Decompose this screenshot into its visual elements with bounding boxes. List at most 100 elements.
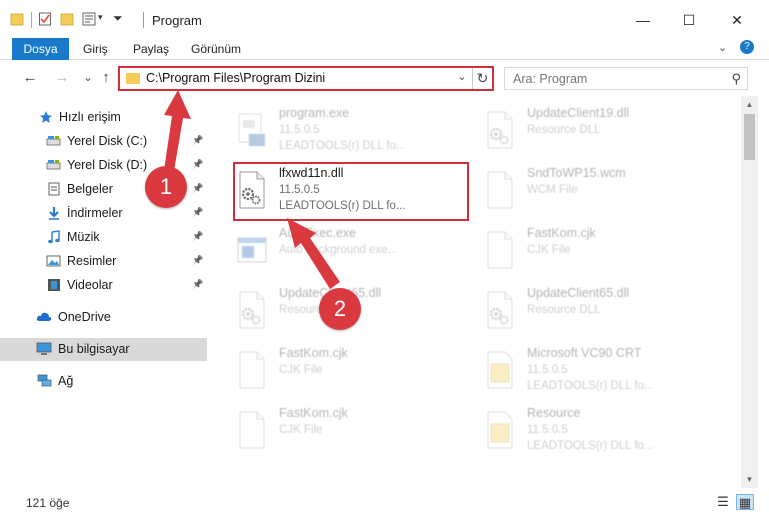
pin-icon[interactable]: 📌 <box>192 231 203 242</box>
pictures-icon <box>46 254 61 268</box>
address-bar[interactable]: C:\Program Files\Program Dizini ⌄ ↻ <box>118 66 494 91</box>
pin-icon[interactable]: 📌 <box>192 207 203 218</box>
documents-icon <box>46 182 61 196</box>
drive-icon <box>46 158 61 172</box>
minimize-button[interactable]: — <box>620 6 666 34</box>
sidebar-item[interactable]: Resimler 📌 <box>0 250 207 273</box>
file-item[interactable]: Microsoft VC90 CRT 11.5.0.5 LEADTOOLS(r) D… <box>461 340 701 400</box>
chevron-down-icon[interactable]: ⌄ <box>718 41 727 54</box>
folder-icon[interactable] <box>10 12 24 26</box>
file-icon <box>485 170 515 210</box>
exe-icon <box>237 110 267 150</box>
file-name: lfxwd11n.dll <box>279 166 344 180</box>
maximize-button[interactable]: ☐ <box>666 6 712 34</box>
sidebar-item[interactable]: Yerel Disk (D:) 📌 <box>0 154 207 177</box>
sidebar-item-label: Ağ <box>58 374 74 388</box>
file-icon <box>485 230 515 270</box>
sidebar-item[interactable]: Hızlı erişim <box>0 106 207 129</box>
file-icon <box>237 410 267 450</box>
search-icon[interactable]: ⚲ <box>731 71 741 87</box>
file-item[interactable]: UpdateClient19.dll Resource DLL <box>461 100 701 160</box>
folder-icon <box>126 73 140 84</box>
pin-icon[interactable]: 📌 <box>192 183 203 194</box>
sidebar-item-label: Resimler <box>67 254 117 268</box>
file-item[interactable]: FastKom.cjk CJK File <box>461 220 701 280</box>
tab-share[interactable]: Paylaş <box>122 38 180 60</box>
vertical-scrollbar[interactable]: ▲ ▼ <box>741 96 758 488</box>
sidebar-item[interactable]: Ağ <box>0 370 207 393</box>
pin-icon[interactable]: 📌 <box>192 135 203 146</box>
app-window-icon <box>237 230 267 270</box>
file-name: AutoExec.exe <box>279 226 357 240</box>
file-item[interactable]: SndToWP15.wcm WCM File <box>461 160 701 220</box>
file-item[interactable]: AutoExec.exe Auto background exe... <box>213 220 453 280</box>
file-version: 11.5.0.5 <box>527 424 568 436</box>
sidebar-item[interactable]: Videolar 📌 <box>0 274 207 297</box>
scroll-thumb[interactable] <box>744 114 755 160</box>
file-item[interactable]: program.exe 11.5.0.5 LEADTOOLS(r) DLL fo..… <box>213 100 453 160</box>
details-view-icon[interactable]: ☰ <box>714 494 732 510</box>
file-item[interactable]: lfxwd11n.dll 11.5.0.5 LEADTOOLS(r) DLL fo.… <box>213 160 453 220</box>
sidebar-item-label: Yerel Disk (D:) <box>67 158 148 172</box>
qat-divider <box>31 12 32 28</box>
dll-icon <box>485 290 515 330</box>
address-dropdown-icon[interactable]: ⌄ <box>454 70 470 83</box>
sidebar-item[interactable]: Bu bilgisayar <box>0 338 207 361</box>
customize-qat-icon[interactable]: ⏷ <box>113 11 123 26</box>
forward-button[interactable]: → <box>52 69 72 87</box>
large-icons-view-icon[interactable]: ▦ <box>736 494 754 510</box>
file-item[interactable]: FastKom.cjk CJK File <box>213 400 453 460</box>
sidebar-item[interactable]: Müzik 📌 <box>0 226 207 249</box>
folder-file-icon <box>485 350 515 390</box>
network-icon <box>36 374 52 388</box>
pin-icon[interactable]: 📌 <box>192 279 203 290</box>
up-button[interactable]: ↑ <box>96 69 116 87</box>
dll-icon <box>237 170 267 210</box>
file-item[interactable]: UpdateClient65.dll Resource DLL <box>213 280 453 340</box>
properties-icon[interactable] <box>38 12 52 26</box>
music-icon <box>46 230 61 244</box>
file-version: CJK File <box>527 244 571 256</box>
refresh-button[interactable]: ↻ <box>472 68 492 89</box>
search-box[interactable]: ⚲ <box>504 67 748 90</box>
file-version: 11.5.0.5 <box>527 364 568 376</box>
qat-dropdown-icon[interactable]: ▾ <box>98 12 103 23</box>
pin-icon[interactable]: 📌 <box>192 159 203 170</box>
sidebar-item-label: OneDrive <box>58 310 111 324</box>
sidebar-item[interactable]: OneDrive <box>0 306 207 329</box>
help-icon[interactable]: ? <box>740 40 754 54</box>
file-name: Resource <box>527 406 581 420</box>
file-name: program.exe <box>279 106 350 120</box>
drive-icon <box>46 134 61 148</box>
sidebar-item[interactable]: İndirmeler 📌 <box>0 202 207 225</box>
sidebar-item-label: İndirmeler <box>67 206 123 220</box>
tab-home[interactable]: Giriş <box>72 38 119 60</box>
scroll-up-button[interactable]: ▲ <box>741 96 758 113</box>
sidebar-item[interactable]: Belgeler 📌 <box>0 178 207 201</box>
scroll-down-button[interactable]: ▼ <box>741 471 758 488</box>
file-version: WCM File <box>527 184 578 196</box>
search-input[interactable] <box>505 68 705 89</box>
sidebar-item-label: Videolar <box>67 278 113 292</box>
file-item[interactable]: Resource 11.5.0.5 LEADTOOLS(r) DLL fo... <box>461 400 701 460</box>
tab-view[interactable]: Görünüm <box>180 38 252 60</box>
navigation-pane: Hızlı erişim Yerel Disk (C:) 📌 Yerel Disk (… <box>0 96 207 488</box>
back-button[interactable]: ← <box>20 69 40 87</box>
file-item[interactable]: UpdateClient65.dll Resource DLL <box>461 280 701 340</box>
file-item[interactable]: FastKom.cjk CJK File <box>213 340 453 400</box>
pin-icon[interactable]: 📌 <box>192 255 203 266</box>
file-name: SndToWP15.wcm <box>527 166 626 180</box>
address-path[interactable]: C:\Program Files\Program Dizini <box>146 71 325 85</box>
file-description: LEADTOOLS(r) DLL fo... <box>279 140 406 152</box>
file-name: UpdateClient65.dll <box>527 286 630 300</box>
file-name: UpdateClient65.dll <box>279 286 382 300</box>
recent-locations-button[interactable]: ⌄ <box>78 69 98 87</box>
new-folder-icon[interactable] <box>60 12 74 26</box>
tab-file[interactable]: Dosya <box>12 38 69 60</box>
file-version: 11.5.0.5 <box>279 124 320 136</box>
sidebar-item-label: Yerel Disk (C:) <box>67 134 148 148</box>
file-version: CJK File <box>279 424 323 436</box>
sidebar-item[interactable]: Yerel Disk (C:) 📌 <box>0 130 207 153</box>
close-button[interactable]: ✕ <box>714 6 760 34</box>
rename-icon[interactable] <box>82 12 96 26</box>
